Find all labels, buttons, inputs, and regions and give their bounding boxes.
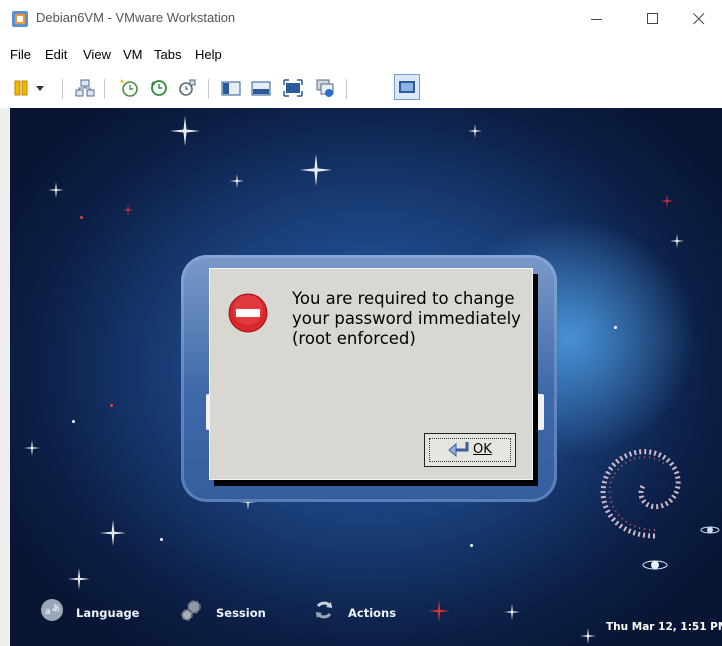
snapshot-manager-icon[interactable] bbox=[176, 77, 198, 99]
dot-decoration bbox=[72, 420, 75, 423]
planet-icon bbox=[642, 560, 668, 570]
menu-vm[interactable]: VM bbox=[123, 47, 143, 62]
dialog-message: You are required to change your password… bbox=[292, 289, 521, 348]
revert-snapshot-icon[interactable] bbox=[148, 77, 170, 99]
clock: Thu Mar 12, 1:51 PM bbox=[606, 621, 722, 633]
toolbar-separator bbox=[104, 79, 105, 99]
menu-edit[interactable]: Edit bbox=[45, 47, 67, 62]
dot-decoration bbox=[110, 404, 113, 407]
dot-decoration bbox=[80, 216, 83, 219]
error-stop-icon bbox=[228, 293, 268, 333]
star-decoration bbox=[504, 604, 520, 620]
network-icon[interactable] bbox=[74, 77, 96, 99]
maximize-button[interactable] bbox=[630, 0, 676, 38]
fullscreen-icon[interactable] bbox=[282, 77, 304, 99]
planet-icon bbox=[700, 526, 720, 534]
stretch-guest-icon bbox=[399, 81, 415, 93]
actions-label: Actions bbox=[348, 606, 397, 620]
star-decoration bbox=[122, 204, 134, 216]
dot-decoration bbox=[614, 326, 617, 329]
star-decoration bbox=[170, 116, 200, 146]
language-label: Language bbox=[76, 606, 140, 620]
star-decoration bbox=[230, 174, 244, 188]
star-decoration bbox=[100, 520, 126, 546]
password-change-dialog: You are required to change your password… bbox=[209, 268, 533, 480]
vmware-window: Debian6VM - VMware Workstation File Edit… bbox=[0, 0, 722, 646]
console-view-icon[interactable] bbox=[220, 77, 242, 99]
toolbar-separator bbox=[208, 79, 209, 99]
snapshot-icon[interactable] bbox=[118, 77, 140, 99]
enter-arrow-icon bbox=[448, 442, 469, 458]
toolbar-separator bbox=[62, 79, 63, 99]
star-decoration bbox=[300, 154, 332, 186]
greeter-edge bbox=[536, 394, 544, 430]
ok-button[interactable]: OK bbox=[424, 433, 516, 467]
language-icon: a あ bbox=[41, 599, 63, 621]
toolbar-separator bbox=[346, 79, 347, 99]
star-decoration bbox=[68, 568, 90, 590]
star-decoration bbox=[580, 628, 596, 644]
close-button[interactable] bbox=[676, 0, 722, 38]
minimize-button[interactable] bbox=[574, 0, 620, 38]
star-decoration bbox=[670, 234, 684, 248]
stretch-guest-button[interactable] bbox=[394, 74, 420, 100]
title-bar[interactable]: Debian6VM - VMware Workstation bbox=[0, 0, 722, 38]
star-decoration bbox=[468, 124, 482, 138]
power-pause-icon[interactable] bbox=[10, 77, 32, 99]
restart-icon bbox=[315, 601, 333, 619]
menu-help[interactable]: Help bbox=[195, 47, 222, 62]
debian-swirl-logo bbox=[600, 449, 681, 539]
dropdown-arrow-icon[interactable] bbox=[34, 77, 46, 99]
window-left-border bbox=[0, 108, 10, 646]
menu-tabs[interactable]: Tabs bbox=[154, 47, 181, 62]
svg-text:a: a bbox=[45, 607, 51, 617]
star-decoration bbox=[24, 440, 40, 456]
session-label: Session bbox=[216, 606, 266, 620]
guest-screen[interactable]: You are required to change your password… bbox=[10, 108, 722, 646]
star-decoration bbox=[428, 600, 450, 622]
dot-decoration bbox=[470, 544, 473, 547]
unity-icon[interactable] bbox=[314, 77, 336, 99]
thumbnail-view-icon[interactable] bbox=[250, 77, 272, 99]
gears-icon bbox=[181, 600, 201, 621]
menu-file[interactable]: File bbox=[10, 47, 31, 62]
menu-bar: File Edit View VM Tabs Help bbox=[0, 40, 722, 68]
maximize-icon bbox=[647, 13, 658, 24]
close-icon bbox=[693, 13, 705, 25]
star-decoration bbox=[48, 182, 64, 198]
menu-view[interactable]: View bbox=[83, 47, 111, 62]
vmware-icon bbox=[12, 11, 28, 27]
ok-label: OK bbox=[473, 442, 492, 457]
svg-text:あ: あ bbox=[52, 604, 60, 613]
minimize-icon bbox=[591, 19, 602, 20]
window-title: Debian6VM - VMware Workstation bbox=[36, 10, 236, 25]
dot-decoration bbox=[160, 538, 163, 541]
toolbar bbox=[0, 70, 722, 106]
star-decoration bbox=[660, 194, 674, 208]
